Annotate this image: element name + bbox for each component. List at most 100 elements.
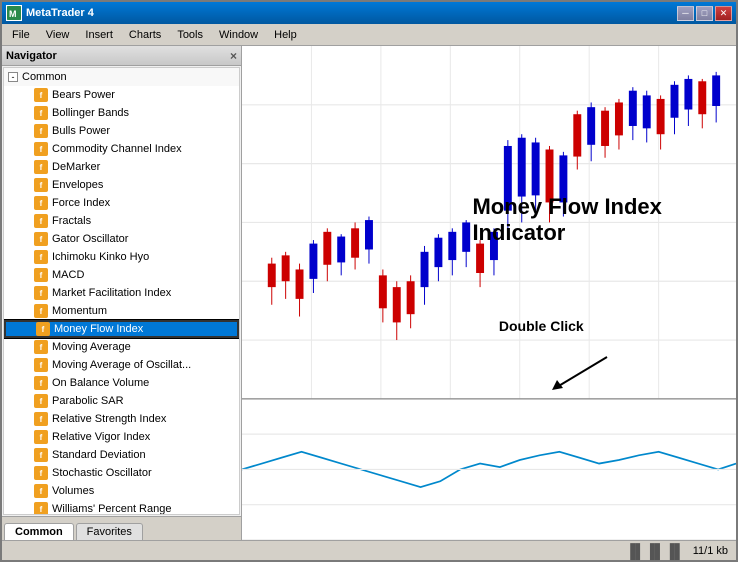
nav-item-commodity-channel-index[interactable]: f Commodity Channel Index bbox=[4, 140, 239, 158]
indicator-icon: f bbox=[34, 268, 48, 282]
indicator-label: Market Facilitation Index bbox=[52, 287, 171, 299]
menu-tools[interactable]: Tools bbox=[169, 27, 211, 43]
indicator-label: Relative Vigor Index bbox=[52, 431, 150, 443]
minimize-button[interactable]: ─ bbox=[677, 6, 694, 21]
window-title: MetaTrader 4 bbox=[26, 7, 94, 19]
indicator-icon: f bbox=[34, 340, 48, 354]
status-size: 11/1 kb bbox=[693, 545, 728, 557]
window-controls: ─ □ ✕ bbox=[677, 6, 732, 21]
nav-item-macd[interactable]: fMACD bbox=[4, 266, 239, 284]
indicator-icon: f bbox=[34, 502, 48, 515]
indicator-icon: f bbox=[34, 250, 48, 264]
indicator-icon: f bbox=[34, 286, 48, 300]
menu-bar: File View Insert Charts Tools Window Hel… bbox=[2, 24, 736, 46]
indicator-label: On Balance Volume bbox=[52, 377, 149, 389]
indicator-icon: f bbox=[34, 178, 48, 192]
indicator-label: Moving Average of Oscillat... bbox=[52, 359, 191, 371]
maximize-button[interactable]: □ bbox=[696, 6, 713, 21]
nav-item-fractals[interactable]: fFractals bbox=[4, 212, 239, 230]
indicator-label: Commodity Channel Index bbox=[52, 143, 182, 155]
menu-help[interactable]: Help bbox=[266, 27, 305, 43]
indicator-label: Envelopes bbox=[52, 179, 103, 191]
indicator-icon: f bbox=[34, 304, 48, 318]
indicator-label: Gator Oscillator bbox=[52, 233, 128, 245]
nav-item-bears-power[interactable]: f Bears Power bbox=[4, 86, 239, 104]
nav-item-relative-strength-index[interactable]: f Relative Strength Index bbox=[4, 410, 239, 428]
nav-item-force-index[interactable]: f Force Index bbox=[4, 194, 239, 212]
indicator-icon: f bbox=[34, 358, 48, 372]
indicator-icon: f bbox=[34, 430, 48, 444]
indicator-icon: f bbox=[34, 142, 48, 156]
nav-item-market-facilitation-index[interactable]: f Market Facilitation Index bbox=[4, 284, 239, 302]
content-area: Navigator × - Common f Bears Power f Bollin… bbox=[2, 46, 736, 540]
indicator-label: Force Index bbox=[52, 197, 110, 209]
nav-item-ichimoku-kinko-hyo[interactable]: f Ichimoku Kinko Hyo bbox=[4, 248, 239, 266]
tab-favorites[interactable]: Favorites bbox=[76, 523, 143, 540]
nav-item-moving-average-of-oscillat[interactable]: f Moving Average of Oscillat... bbox=[4, 356, 239, 374]
navigator-panel: Navigator × - Common f Bears Power f Bollin… bbox=[2, 46, 242, 540]
chart-area[interactable]: Money Flow Index Indicator Double Click bbox=[242, 46, 736, 540]
main-window: M MetaTrader 4 ─ □ ✕ File View Insert Ch… bbox=[0, 0, 738, 562]
chart-canvas bbox=[242, 46, 736, 540]
nav-item-momentum[interactable]: f Momentum bbox=[4, 302, 239, 320]
nav-item-stochastic-oscillator[interactable]: f Stochastic Oscillator bbox=[4, 464, 239, 482]
nav-item-standard-deviation[interactable]: fStandard Deviation bbox=[4, 446, 239, 464]
expand-icon: - bbox=[8, 72, 18, 82]
nav-item-relative-vigor-index[interactable]: f Relative Vigor Index bbox=[4, 428, 239, 446]
navigator-list[interactable]: - Common f Bears Power f Bollinger Bands f Bu… bbox=[3, 67, 240, 515]
menu-window[interactable]: Window bbox=[211, 27, 266, 43]
indicator-icon: f bbox=[34, 232, 48, 246]
title-bar-left: M MetaTrader 4 bbox=[6, 5, 94, 21]
nav-item-money-flow-index[interactable]: f Money Flow Index bbox=[4, 320, 239, 338]
navigator-close-button[interactable]: × bbox=[230, 49, 237, 63]
tab-common[interactable]: Common bbox=[4, 523, 74, 540]
indicator-icon: f bbox=[34, 376, 48, 390]
svg-text:M: M bbox=[9, 9, 17, 19]
menu-file[interactable]: File bbox=[4, 27, 38, 43]
indicator-icon: f bbox=[34, 412, 48, 426]
indicator-label: DeMarker bbox=[52, 161, 100, 173]
chart-status-icon: ▐▌▐▌▐▌ bbox=[625, 543, 685, 559]
nav-item-volumes[interactable]: f Volumes bbox=[4, 482, 239, 500]
nav-item-gator-oscillator[interactable]: f Gator Oscillator bbox=[4, 230, 239, 248]
indicator-icon: f bbox=[34, 106, 48, 120]
indicator-icon: f bbox=[34, 484, 48, 498]
nav-item-on-balance-volume[interactable]: f On Balance Volume bbox=[4, 374, 239, 392]
indicator-icon: f bbox=[34, 88, 48, 102]
menu-insert[interactable]: Insert bbox=[77, 27, 121, 43]
section-label: Common bbox=[22, 71, 67, 83]
indicator-label: Bulls Power bbox=[52, 125, 110, 137]
indicator-label: Stochastic Oscillator bbox=[52, 467, 152, 479]
nav-item-williams-percent-range[interactable]: fWilliams' Percent Range bbox=[4, 500, 239, 515]
indicator-label: Ichimoku Kinko Hyo bbox=[52, 251, 149, 263]
indicator-icon: f bbox=[34, 448, 48, 462]
nav-item-bollinger-bands[interactable]: f Bollinger Bands bbox=[4, 104, 239, 122]
nav-item-bulls-power[interactable]: f Bulls Power bbox=[4, 122, 239, 140]
close-button[interactable]: ✕ bbox=[715, 6, 732, 21]
nav-item-envelopes[interactable]: f Envelopes bbox=[4, 176, 239, 194]
indicator-icon: f bbox=[36, 322, 50, 336]
indicator-icon: f bbox=[34, 196, 48, 210]
status-bar: ▐▌▐▌▐▌ 11/1 kb bbox=[2, 540, 736, 560]
section-header-common[interactable]: - Common bbox=[4, 68, 239, 86]
indicator-label: Bollinger Bands bbox=[52, 107, 129, 119]
menu-view[interactable]: View bbox=[38, 27, 78, 43]
navigator-header: Navigator × bbox=[2, 46, 241, 66]
nav-item-demarker[interactable]: fDeMarker bbox=[4, 158, 239, 176]
indicator-label: Fractals bbox=[52, 215, 91, 227]
indicator-label: Moving Average bbox=[52, 341, 131, 353]
menu-charts[interactable]: Charts bbox=[121, 27, 169, 43]
indicator-label: Volumes bbox=[52, 485, 94, 497]
navigator-tabs: Common Favorites bbox=[2, 516, 241, 540]
navigator-title: Navigator bbox=[6, 50, 57, 62]
nav-item-moving-average[interactable]: f Moving Average bbox=[4, 338, 239, 356]
nav-item-parabolic-sar[interactable]: fParabolic SAR bbox=[4, 392, 239, 410]
indicator-label: Relative Strength Index bbox=[52, 413, 166, 425]
indicator-icon: f bbox=[34, 466, 48, 480]
title-bar: M MetaTrader 4 ─ □ ✕ bbox=[2, 2, 736, 24]
app-icon: M bbox=[6, 5, 22, 21]
indicator-label: Bears Power bbox=[52, 89, 115, 101]
indicator-label: Money Flow Index bbox=[54, 323, 143, 335]
indicator-icon: f bbox=[34, 124, 48, 138]
indicator-label: Momentum bbox=[52, 305, 107, 317]
